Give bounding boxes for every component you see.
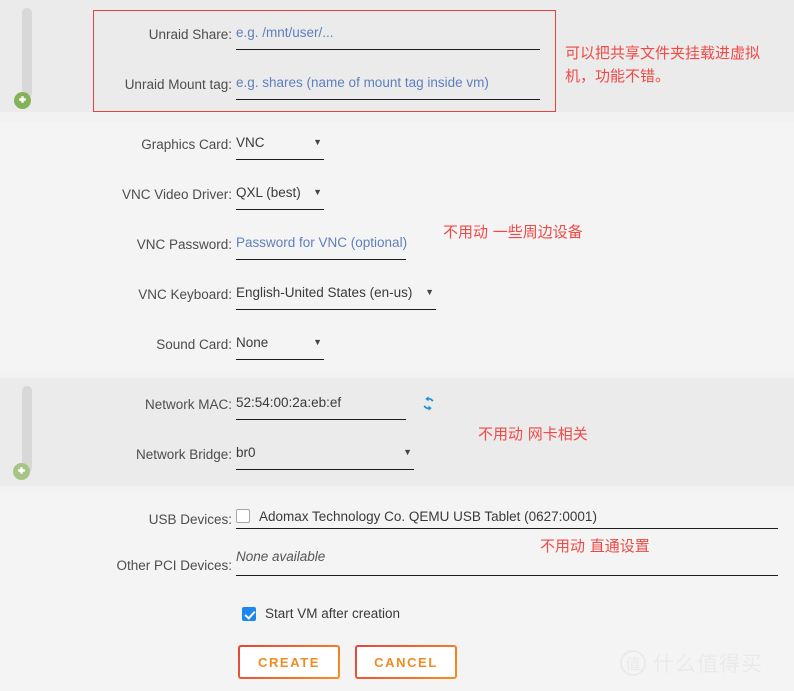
create-button[interactable]: CREATE xyxy=(238,645,340,679)
watermark-logo: 值 xyxy=(620,650,646,676)
unraid-share-placeholder: e.g. /mnt/user/... xyxy=(236,25,334,40)
watermark: 值 什么值得买 xyxy=(620,648,763,678)
graphics-card-value: VNC xyxy=(236,135,265,150)
chevron-down-icon: ▼ xyxy=(313,337,322,347)
sound-card-value: None xyxy=(236,335,269,350)
peripherals-annotation-text: 不用动 一些周边设备 xyxy=(443,223,583,241)
unraid-mount-tag-placeholder: e.g. shares (name of mount tag inside vm… xyxy=(236,75,489,90)
other-pci-devices-label: Other PCI Devices: xyxy=(116,558,232,573)
other-pci-devices-value: None available xyxy=(236,549,326,564)
usb-device-option-label: Adomax Technology Co. QEMU USB Tablet (0… xyxy=(259,508,597,524)
vnc-keyboard-value: English-United States (en-us) xyxy=(236,285,413,300)
row-usb-devices: USB Devices: Adomax Technology Co. QEMU … xyxy=(0,504,794,534)
usb-device-checkbox[interactable] xyxy=(236,509,250,523)
network-annotation-text: 不用动 网卡相关 xyxy=(478,425,588,443)
vnc-video-driver-value: QXL (best) xyxy=(236,185,301,200)
vnc-video-driver-select[interactable]: QXL (best) ▼ xyxy=(236,184,324,210)
row-network-mac: Network MAC: 52:54:00:2a:eb:ef xyxy=(0,394,794,424)
unraid-mount-tag-label: Unraid Mount tag: xyxy=(124,77,232,92)
watermark-text: 什么值得买 xyxy=(653,652,763,676)
chevron-down-icon: ▼ xyxy=(313,137,322,147)
vnc-password-label: VNC Password: xyxy=(136,237,232,252)
usb-devices-label: USB Devices: xyxy=(148,512,232,527)
unraid-mount-tag-input[interactable]: e.g. shares (name of mount tag inside vm… xyxy=(236,74,540,100)
row-other-pci-devices: Other PCI Devices: None available xyxy=(0,548,794,578)
vnc-password-placeholder: Password for VNC (optional) xyxy=(236,235,408,250)
graphics-card-label: Graphics Card: xyxy=(141,137,232,152)
sound-card-select[interactable]: None ▼ xyxy=(236,334,324,360)
network-bridge-label: Network Bridge: xyxy=(135,447,232,462)
row-network-bridge: Network Bridge: br0 ▼ xyxy=(0,444,794,474)
vnc-video-driver-label: VNC Video Driver: xyxy=(121,187,232,202)
network-bridge-value: br0 xyxy=(236,445,256,460)
sound-card-label: Sound Card: xyxy=(156,337,232,352)
unraid-share-input[interactable]: e.g. /mnt/user/... xyxy=(236,24,540,50)
row-vnc-password: VNC Password: Password for VNC (optional… xyxy=(0,234,794,264)
passthrough-annotation-text: 不用动 直通设置 xyxy=(540,537,650,555)
unraid-share-label: Unraid Share: xyxy=(148,27,232,42)
graphics-card-select[interactable]: VNC ▼ xyxy=(236,134,324,160)
row-vnc-video-driver: VNC Video Driver: QXL (best) ▼ xyxy=(0,184,794,214)
shares-annotation-text: 可以把共享文件夹挂载进虚拟 机，功能不错。 xyxy=(565,44,761,85)
vnc-keyboard-select[interactable]: English-United States (en-us) ▼ xyxy=(236,284,436,310)
other-pci-devices-list: None available xyxy=(236,548,778,576)
network-mac-value: 52:54:00:2a:eb:ef xyxy=(236,395,342,410)
usb-devices-list: Adomax Technology Co. QEMU USB Tablet (0… xyxy=(236,504,778,529)
vnc-password-input[interactable]: Password for VNC (optional) xyxy=(236,234,408,260)
row-sound-card: Sound Card: None ▼ xyxy=(0,334,794,364)
network-mac-label: Network MAC: xyxy=(144,397,232,412)
row-graphics-card: Graphics Card: VNC ▼ xyxy=(0,134,794,164)
cancel-button[interactable]: CANCEL xyxy=(355,645,457,679)
chevron-down-icon: ▼ xyxy=(313,187,322,197)
chevron-down-icon: ▼ xyxy=(403,447,412,457)
network-bridge-select[interactable]: br0 ▼ xyxy=(236,444,414,470)
start-vm-checkbox[interactable] xyxy=(242,606,256,621)
chevron-down-icon: ▼ xyxy=(425,287,434,297)
start-vm-row: Start VM after creation xyxy=(242,606,400,621)
vnc-keyboard-label: VNC Keyboard: xyxy=(138,287,232,302)
row-vnc-keyboard: VNC Keyboard: English-United States (en-… xyxy=(0,284,794,314)
start-vm-label: Start VM after creation xyxy=(265,606,401,621)
refresh-mac-icon[interactable] xyxy=(420,395,437,415)
network-mac-input[interactable]: 52:54:00:2a:eb:ef xyxy=(236,394,406,420)
